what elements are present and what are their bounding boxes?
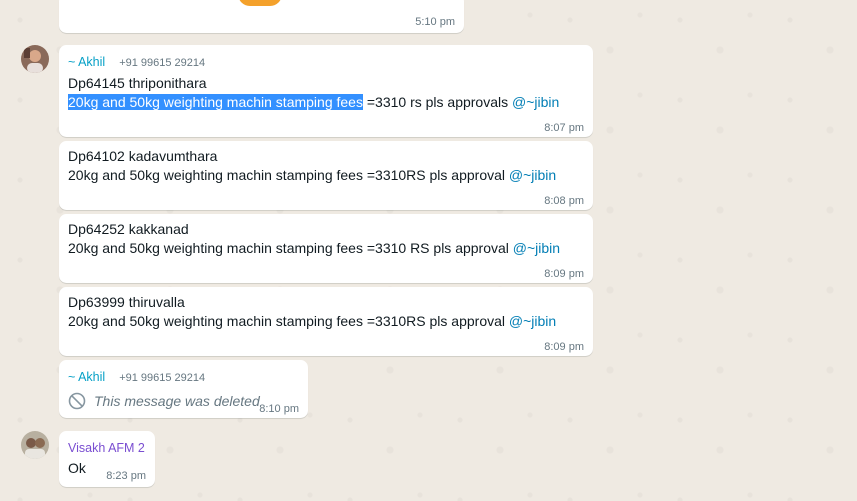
- blocked-icon: [68, 392, 86, 410]
- message-time: 8:08 pm: [544, 195, 584, 207]
- thumbs-up-emoji-icon: [238, 0, 282, 6]
- deleted-message-text: This message was deleted: [94, 393, 260, 409]
- message-text: Dp63999 thiruvalla 20kg and 50kg weighti…: [68, 293, 556, 331]
- mention-link[interactable]: @~jibin: [512, 94, 559, 110]
- message-time: 8:09 pm: [544, 341, 584, 353]
- message-bubble-6[interactable]: Visakh AFM 2 Ok 8:23 pm: [59, 431, 155, 487]
- message-bubble-1[interactable]: ~ Akhil +91 99615 29214 Dp64145 thriponit…: [59, 45, 593, 137]
- sender-name[interactable]: Visakh AFM 2: [68, 441, 145, 455]
- sender-name[interactable]: ~ Akhil: [68, 370, 105, 384]
- message-bubble-4[interactable]: Dp63999 thiruvalla 20kg and 50kg weighti…: [59, 287, 593, 356]
- message-time: 5:10 pm: [415, 16, 455, 28]
- message-line-2-text: 20kg and 50kg weighting machin stamping …: [68, 313, 509, 329]
- sender-name[interactable]: ~ Akhil: [68, 55, 105, 69]
- avatar-akhil[interactable]: [21, 45, 49, 73]
- message-time: 8:23 pm: [106, 470, 146, 482]
- message-bubble-2[interactable]: Dp64102 kadavumthara 20kg and 50kg weigh…: [59, 141, 593, 210]
- message-time: 8:09 pm: [544, 268, 584, 280]
- message-line-2-rest: =3310 rs pls approvals: [362, 94, 512, 110]
- message-line-2: 20kg and 50kg weighting machin stamping …: [68, 93, 559, 112]
- message-line-1: Dp64102 kadavumthara: [68, 148, 218, 164]
- mention-link[interactable]: @~jibin: [509, 167, 556, 183]
- sender-header: Visakh AFM 2: [68, 440, 145, 456]
- message-line-1: Dp64145 thriponithara: [68, 75, 207, 91]
- mention-link[interactable]: @~jibin: [513, 240, 560, 256]
- message-text: Dp64145 thriponithara 20kg and 50kg weig…: [68, 74, 559, 112]
- message-line-2: 20kg and 50kg weighting machin stamping …: [68, 312, 556, 331]
- message-text: Ok: [68, 459, 86, 478]
- message-time: 8:10 pm: [259, 403, 299, 415]
- selected-text: 20kg and 50kg weighting machin stamping …: [68, 94, 363, 110]
- message-line-2: 20kg and 50kg weighting machin stamping …: [68, 239, 560, 258]
- message-line-2: 20kg and 50kg weighting machin stamping …: [68, 166, 556, 185]
- deleted-message: This message was deleted: [68, 392, 260, 410]
- message-bubble-3[interactable]: Dp64252 kakkanad 20kg and 50kg weighting…: [59, 214, 593, 283]
- message-line-1: Ok: [68, 460, 86, 476]
- message-line-2-text: 20kg and 50kg weighting machin stamping …: [68, 240, 513, 256]
- chat-panel[interactable]: 5:10 pm ~ Akhil +91 99615 29214 Dp64145 t…: [0, 0, 857, 501]
- message-line-1: Dp64252 kakkanad: [68, 221, 189, 237]
- sender-phone: +91 99615 29214: [119, 57, 206, 69]
- message-text: Dp64252 kakkanad 20kg and 50kg weighting…: [68, 220, 560, 258]
- avatar-visakh[interactable]: [21, 431, 49, 459]
- mention-link[interactable]: @~jibin: [509, 313, 556, 329]
- message-bubble-prev[interactable]: 5:10 pm: [59, 0, 464, 33]
- sender-header: ~ Akhil +91 99615 29214: [68, 369, 205, 385]
- sender-header: ~ Akhil +91 99615 29214: [68, 54, 205, 70]
- sender-phone: +91 99615 29214: [119, 372, 206, 384]
- message-line-2-text: 20kg and 50kg weighting machin stamping …: [68, 167, 509, 183]
- message-line-1: Dp63999 thiruvalla: [68, 294, 185, 310]
- message-text: Dp64102 kadavumthara 20kg and 50kg weigh…: [68, 147, 556, 185]
- message-time: 8:07 pm: [544, 122, 584, 134]
- message-bubble-5-deleted[interactable]: ~ Akhil +91 99615 29214 This message was …: [59, 360, 308, 418]
